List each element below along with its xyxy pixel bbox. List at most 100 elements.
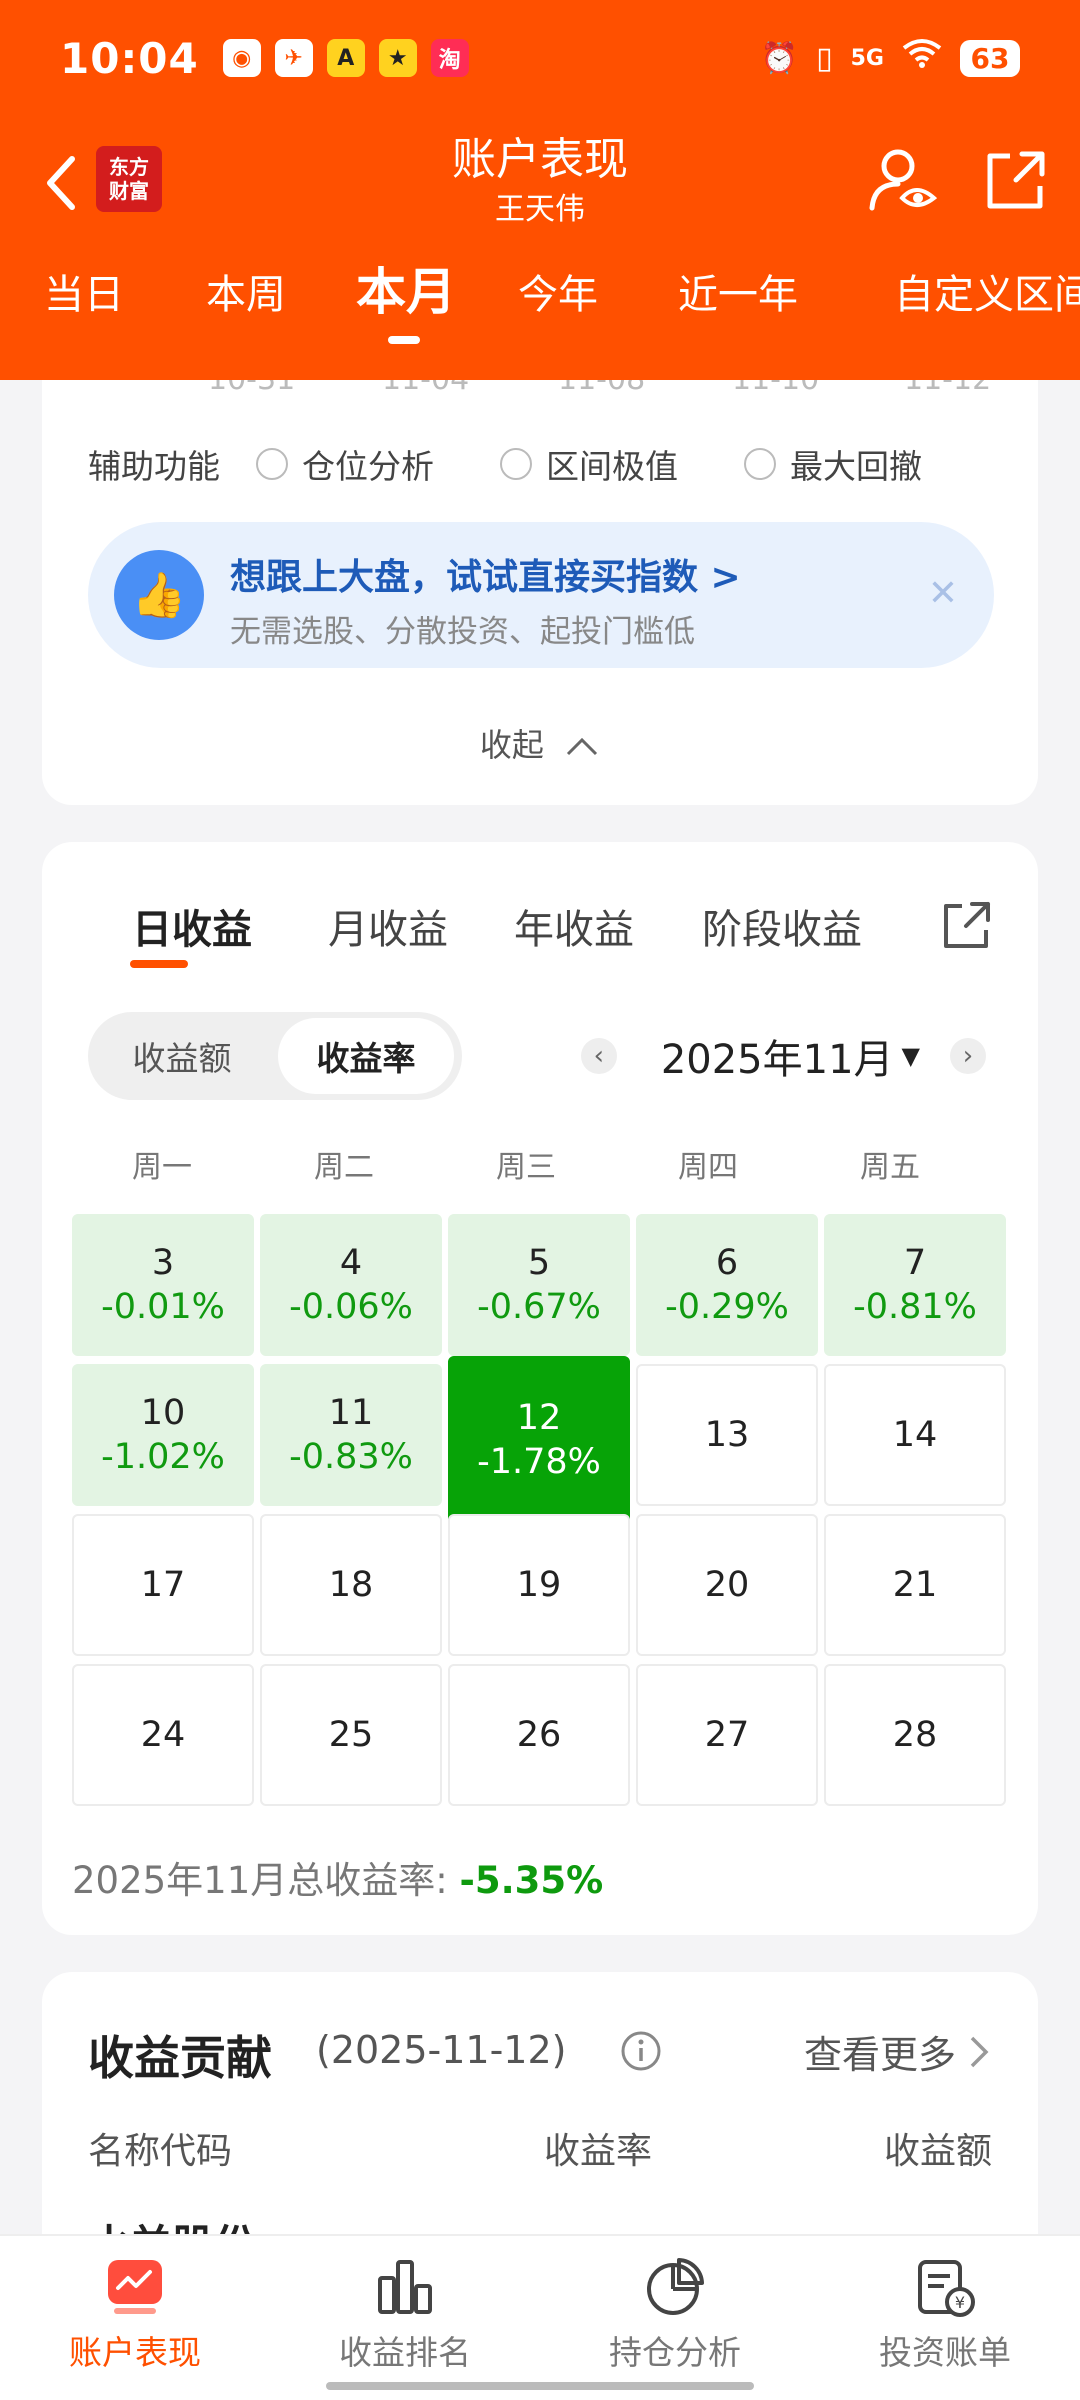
tab-this-month[interactable]: 本月 [356,252,456,342]
calendar-day-cell[interactable]: 26 [448,1664,630,1806]
nav-investment-bill[interactable]: ¥ 投资账单 [835,2256,1055,2386]
prev-month-button[interactable]: ‹ [580,1038,617,1074]
vibrate-icon: ▯ [816,40,833,76]
weekday-label: 周五 [860,1150,920,1185]
tab-this-year[interactable]: 今年 [518,262,598,352]
contribution-date: (2025-11-12) [316,2028,567,2072]
calendar-day-cell[interactable]: 25 [260,1664,442,1806]
tab-period-earnings[interactable]: 阶段收益 [702,897,862,955]
nav-position-analysis[interactable]: 持仓分析 [565,2256,785,2386]
nav-account-performance[interactable]: 账户表现 [25,2256,245,2386]
home-indicator [326,2382,754,2390]
day-return-rate: -0.01% [101,1287,225,1327]
day-number: 25 [328,1715,374,1755]
max-drawdown-radio[interactable]: 最大回撤 [744,440,922,488]
index-promo-banner[interactable]: 👍 想跟上大盘，试试直接买指数 > 无需选股、分散投资、起投门槛低 ✕ [88,522,994,668]
caret-down-icon: ▼ [901,1042,920,1070]
day-number: 7 [903,1243,927,1283]
pie-chart-icon [647,2258,704,2315]
info-icon[interactable] [620,2030,662,2072]
calendar-day-cell[interactable]: 17 [72,1514,254,1656]
calendar-day-cell[interactable]: 6 -0.29% [636,1214,818,1356]
svg-text:¥: ¥ [955,2293,965,2312]
tab-today[interactable]: 当日 [44,262,124,352]
calendar-day-cell[interactable]: 3 -0.01% [72,1214,254,1356]
battery-indicator: 63 [960,39,1020,77]
tab-this-week[interactable]: 本周 [206,262,286,352]
position-analysis-radio[interactable]: 仓位分析 [256,440,434,488]
segment-rate[interactable]: 收益率 [278,1018,454,1094]
day-number: 10 [140,1393,186,1433]
day-number: 27 [704,1715,750,1755]
calendar-day-cell[interactable]: 10 -1.02% [72,1364,254,1506]
chart-options-card: 10-31 11-04 11-08 11-10 11-12 辅助功能 仓位分析 … [42,340,1038,805]
day-return-rate: -0.29% [665,1287,789,1327]
calendar-day-cell[interactable]: 4 -0.06% [260,1214,442,1356]
earnings-tab-indicator [130,960,188,968]
status-bar: 10:04 ◉ ✈ A ★ 淘 ⏰ ▯ 5G 63 [60,30,1020,86]
column-header-rate: 收益率 [544,2131,653,2172]
chevron-up-icon [567,737,598,756]
close-icon[interactable]: ✕ [918,568,968,618]
day-number: 20 [704,1565,750,1605]
calendar-day-cell[interactable]: 14 [824,1364,1006,1506]
calendar-day-cell[interactable]: 24 [72,1664,254,1806]
range-extreme-radio[interactable]: 区间极值 [500,440,678,488]
calendar-day-cell[interactable]: 13 [636,1364,818,1506]
tab-yearly-earnings[interactable]: 年收益 [514,897,634,955]
chevron-right-icon [970,2036,989,2067]
thumbs-up-icon: 👍 [114,550,204,640]
calendar-day-cell[interactable]: 11 -0.83% [260,1364,442,1506]
contribution-card: 收益贡献 (2025-11-12) 查看更多 名称代码 收益率 收益额 水羊股份 [42,1972,1038,2272]
day-number: 12 [516,1398,562,1438]
weekday-label: 周一 [132,1150,192,1185]
next-month-button[interactable]: › [950,1038,986,1074]
user-privacy-button[interactable] [868,146,938,216]
collapse-button[interactable]: 收起 [42,720,1038,766]
tab-last-year[interactable]: 近一年 [678,262,798,352]
auxiliary-functions: 辅助功能 仓位分析 区间极值 最大回撤 [88,440,988,488]
calendar-day-cell[interactable]: 19 [448,1514,630,1656]
nav-earnings-ranking[interactable]: 收益排名 [295,2256,515,2386]
period-tabs: 当日 本周 本月 今年 近一年 自定义区间 [0,262,1080,352]
promo-title: 想跟上大盘，试试直接买指数 > [230,557,741,598]
day-number: 6 [715,1243,739,1283]
calendar-day-cell[interactable]: 28 [824,1664,1006,1806]
contribution-title: 收益贡献 [88,2031,272,2085]
promo-subtitle: 无需选股、分散投资、起投门槛低 [230,614,695,650]
user-eye-icon [869,149,938,211]
monthly-total: 2025年11月总收益率: -5.35% [72,1859,604,1902]
day-number: 17 [140,1565,186,1605]
ranking-bars-icon [378,2260,432,2314]
account-performance-icon [108,2260,162,2314]
calendar-day-cell[interactable]: 27 [636,1664,818,1806]
earnings-calendar-card: 日收益 月收益 年收益 阶段收益 收益额 收益率 ‹ 2025年11月 ▼ › … [42,842,1038,1935]
monthly-total-value: -5.35% [459,1859,604,1902]
calendar-day-cell[interactable]: 7 -0.81% [824,1214,1006,1356]
day-number: 14 [892,1415,938,1455]
title-bar: 东方 财富 账户表现 王天伟 [0,130,1080,240]
export-button[interactable] [938,898,994,954]
calendar-day-cell[interactable]: 12 -1.78% [448,1356,630,1524]
see-more-link[interactable]: 查看更多 [804,2024,992,2079]
segment-amount[interactable]: 收益额 [96,1018,268,1094]
calendar-day-cell[interactable]: 5 -0.67% [448,1214,630,1356]
calendar-day-cell[interactable]: 18 [260,1514,442,1656]
day-number: 18 [328,1565,374,1605]
tab-daily-earnings[interactable]: 日收益 [132,897,252,955]
radio-circle-icon [500,448,532,480]
earnings-tabs: 日收益 月收益 年收益 阶段收益 [90,897,990,977]
day-number: 4 [339,1243,363,1283]
tab-custom-range[interactable]: 自定义区间 [894,262,1080,352]
day-return-rate: -0.83% [289,1437,413,1477]
app-notification-icon: ◉ [222,39,261,77]
month-selector[interactable]: 2025年11月 [661,1027,894,1085]
active-tab-indicator [388,336,420,344]
share-button[interactable] [980,146,1050,216]
calendar-day-cell[interactable]: 20 [636,1514,818,1656]
day-number: 21 [892,1565,938,1605]
tab-monthly-earnings[interactable]: 月收益 [328,897,448,955]
status-time: 10:04 [60,33,199,83]
day-number: 26 [516,1715,562,1755]
calendar-day-cell[interactable]: 21 [824,1514,1006,1656]
